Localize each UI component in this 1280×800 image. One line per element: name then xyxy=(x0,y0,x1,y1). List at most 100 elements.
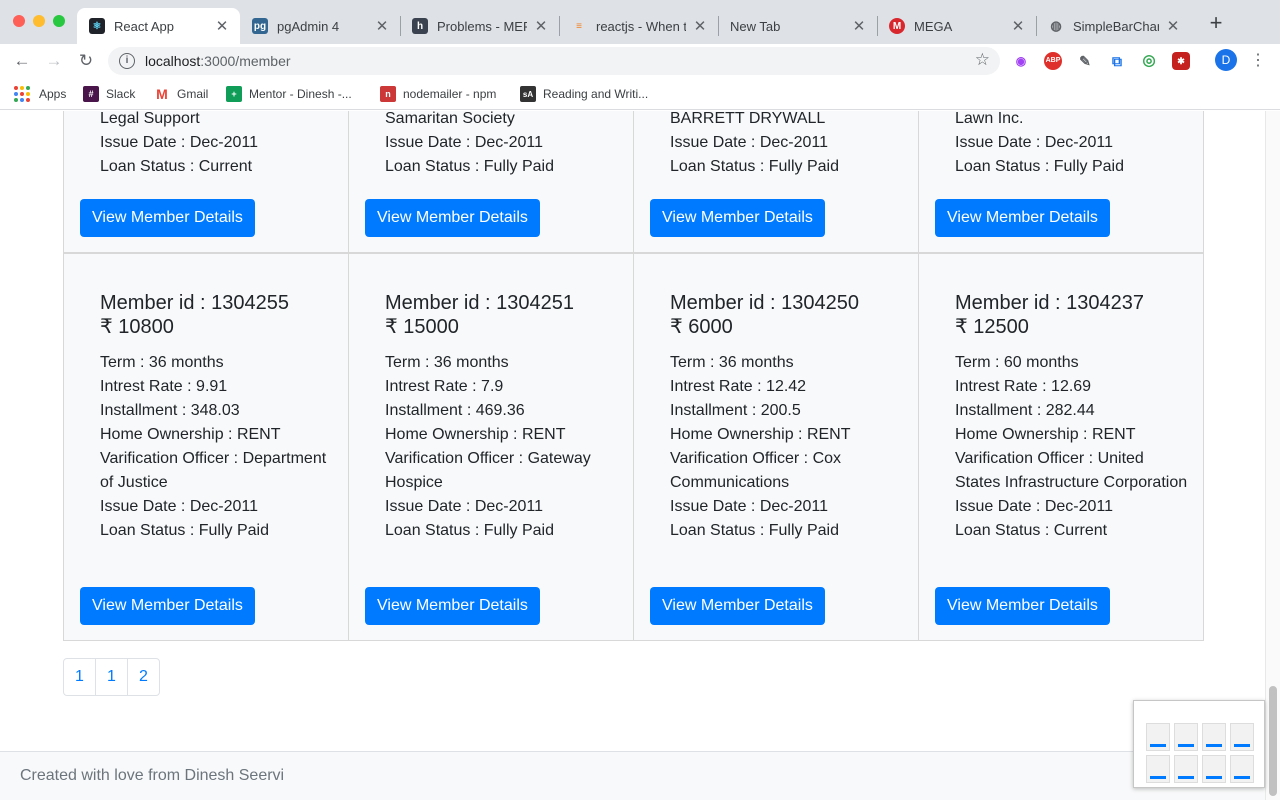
view-member-details-button[interactable]: View Member Details xyxy=(935,199,1110,237)
view-member-details-button[interactable]: View Member Details xyxy=(650,199,825,237)
card-loan-status: Loan Status : Fully Paid xyxy=(385,158,554,175)
mini-card xyxy=(1174,755,1198,783)
card-home-ownership: Home Ownership : RENT xyxy=(100,426,281,443)
forward-arrow-icon[interactable]: → xyxy=(43,50,65,72)
tab-problems[interactable]: h Problems - MERN ✕ xyxy=(400,8,559,44)
hackerrank-icon: h xyxy=(412,18,428,34)
card-interest-rate: Intrest Rate : 12.69 xyxy=(955,378,1092,395)
card-issue-date: Issue Date : Dec-2011 xyxy=(100,134,259,151)
url-path: :3000/member xyxy=(200,53,291,69)
grammarly-icon[interactable]: ◎ xyxy=(1140,52,1158,70)
card-loan-status: Loan Status : Current xyxy=(955,522,1108,539)
sheets-icon: + xyxy=(226,86,242,102)
adblock-icon[interactable]: ABP xyxy=(1044,52,1062,70)
close-icon[interactable]: ✕ xyxy=(214,17,230,35)
extension-icon[interactable]: ✱ xyxy=(1172,52,1190,70)
close-icon[interactable]: ✕ xyxy=(533,17,549,35)
card-term: Term : 36 months xyxy=(385,354,509,371)
page-viewport: Legal Support Issue Date : Dec-2011 Loan… xyxy=(0,111,1280,800)
view-member-details-button[interactable]: View Member Details xyxy=(365,587,540,625)
address-bar[interactable]: i localhost:3000/member ☆ xyxy=(108,47,1000,75)
bookmark-label: nodemailer - npm xyxy=(403,87,497,101)
close-window-button[interactable] xyxy=(13,15,25,27)
page-link[interactable]: 1 xyxy=(95,658,128,696)
tab-reactjs[interactable]: ≡ reactjs - When to ✕ xyxy=(559,8,718,44)
card-loan-status: Loan Status : Fully Paid xyxy=(955,158,1124,175)
card-verification-officer: Varification Officer : United States Inf… xyxy=(955,450,1188,491)
mini-card xyxy=(1202,723,1226,751)
view-member-details-button[interactable]: View Member Details xyxy=(365,199,540,237)
card-issue-date: Issue Date : Dec-2011 xyxy=(670,498,829,515)
tab-pgadmin[interactable]: pg pgAdmin 4 ✕ xyxy=(240,8,400,44)
card-line: Legal Support xyxy=(100,111,200,127)
view-member-details-button[interactable]: View Member Details xyxy=(80,587,255,625)
bookmark-gmail[interactable]: M Gmail xyxy=(154,84,208,104)
new-tab-icon[interactable]: + xyxy=(1206,12,1226,34)
footer: Created with love from Dinesh Seervi xyxy=(0,751,1265,800)
window-preview-thumbnail[interactable] xyxy=(1133,700,1265,788)
bookmarks-bar: Apps # Slack M Gmail + Mentor - Dinesh -… xyxy=(0,78,1280,110)
minimize-window-button[interactable] xyxy=(33,15,45,27)
broadcast-extension-icon[interactable]: ◉ xyxy=(1012,52,1030,70)
card-line: BARRETT DRYWALL xyxy=(670,111,826,127)
card-loan-status: Loan Status : Fully Paid xyxy=(670,522,839,539)
bookmark-slack[interactable]: # Slack xyxy=(83,84,135,104)
bookmark-star-icon[interactable]: ☆ xyxy=(975,50,990,70)
npm-icon: n xyxy=(380,86,396,102)
close-icon[interactable]: ✕ xyxy=(1165,17,1181,35)
browser-tab-strip: ⚛ React App ✕ pg pgAdmin 4 ✕ h Problems … xyxy=(0,0,1280,44)
bookmark-label: Gmail xyxy=(177,87,209,101)
mini-card xyxy=(1202,755,1226,783)
tab-mega[interactable]: M MEGA ✕ xyxy=(877,8,1036,44)
tab-react-app[interactable]: ⚛ React App ✕ xyxy=(77,8,240,44)
card-installment: Installment : 282.44 xyxy=(955,402,1095,419)
card-interest-rate: Intrest Rate : 9.91 xyxy=(100,378,228,395)
reload-icon[interactable]: ↻ xyxy=(75,50,97,72)
tab-label: Problems - MERN xyxy=(437,18,527,34)
profile-avatar[interactable]: D xyxy=(1215,49,1237,71)
close-icon[interactable]: ✕ xyxy=(374,17,390,35)
loan-amount: ₹ 12500 xyxy=(955,316,1029,338)
member-card: Member id : 1304255 ₹ 10800 Term : 36 mo… xyxy=(63,253,349,641)
tab-simplebarchart[interactable]: ◍ SimpleBarChart ✕ xyxy=(1036,8,1191,44)
loan-amount: ₹ 6000 xyxy=(670,316,733,338)
bookmark-apps[interactable]: Apps xyxy=(14,84,66,104)
react-icon: ⚛ xyxy=(89,18,105,34)
card-issue-date: Issue Date : Dec-2011 xyxy=(955,134,1114,151)
scrollbar-thumb[interactable] xyxy=(1269,686,1277,796)
bookmark-mentor[interactable]: + Mentor - Dinesh -... xyxy=(226,84,352,104)
card-interest-rate: Intrest Rate : 12.42 xyxy=(670,378,807,395)
bookmark-nodemailer[interactable]: n nodemailer - npm xyxy=(380,84,496,104)
page-link[interactable]: 2 xyxy=(127,658,160,696)
url-host: localhost xyxy=(145,53,201,69)
maximize-window-button[interactable] xyxy=(53,15,65,27)
card-term: Term : 36 months xyxy=(670,354,794,371)
member-card: Member id : 1304250 ₹ 6000 Term : 36 mon… xyxy=(633,253,919,641)
back-arrow-icon[interactable]: ← xyxy=(11,50,33,72)
eyedropper-icon[interactable]: ✎ xyxy=(1076,52,1094,70)
close-icon[interactable]: ✕ xyxy=(1010,17,1026,35)
close-icon[interactable]: ✕ xyxy=(851,17,867,35)
scrollbar[interactable] xyxy=(1265,111,1280,800)
tab-new-tab[interactable]: New Tab ✕ xyxy=(718,8,877,44)
member-id-title: Member id : 1304255 xyxy=(100,292,290,314)
view-member-details-button[interactable]: View Member Details xyxy=(650,587,825,625)
close-icon[interactable]: ✕ xyxy=(692,17,708,35)
menu-kebab-icon[interactable]: ⋮ xyxy=(1250,50,1266,70)
info-icon[interactable]: i xyxy=(119,53,135,69)
apps-grid-icon xyxy=(14,86,30,102)
view-member-details-button[interactable]: View Member Details xyxy=(935,587,1110,625)
card-term: Term : 36 months xyxy=(100,354,224,371)
card-issue-date: Issue Date : Dec-2011 xyxy=(670,134,829,151)
card-issue-date: Issue Date : Dec-2011 xyxy=(385,498,544,515)
bookmark-reading[interactable]: sA Reading and Writi... xyxy=(520,84,648,104)
url-text[interactable]: localhost:3000/member xyxy=(145,53,291,69)
page-link[interactable]: 1 xyxy=(63,658,96,696)
member-id-title: Member id : 1304237 xyxy=(955,292,1145,314)
card-line: Lawn Inc. xyxy=(955,111,1024,127)
card-installment: Installment : 348.03 xyxy=(100,402,240,419)
view-member-details-button[interactable]: View Member Details xyxy=(80,199,255,237)
browser-toolbar: ← → ↻ i localhost:3000/member ☆ ◉ ABP ✎ … xyxy=(0,44,1280,78)
card-home-ownership: Home Ownership : RENT xyxy=(955,426,1136,443)
screen-extension-icon[interactable]: ⧉ xyxy=(1108,52,1126,70)
